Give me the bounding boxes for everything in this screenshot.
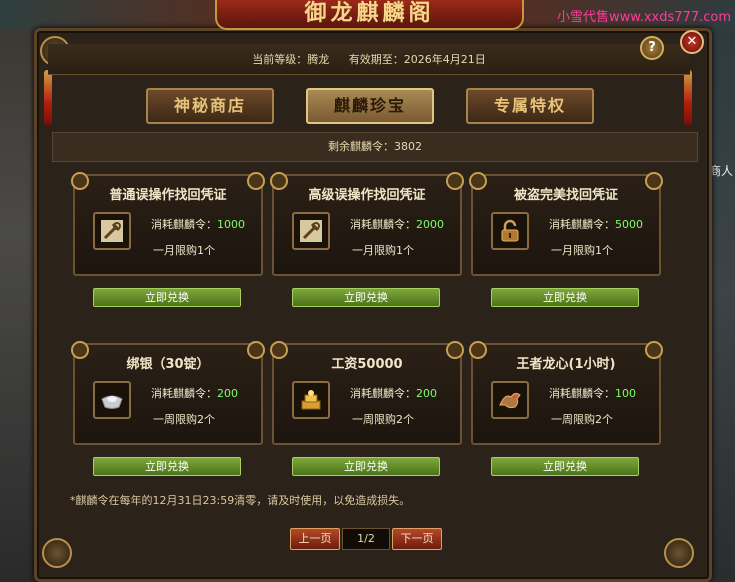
watermark-text: 小雪代售www.xxds777.com — [557, 10, 731, 25]
tassel-left — [44, 70, 52, 125]
silver-ingot-icon[interactable] — [93, 381, 131, 419]
dragon-icon[interactable] — [491, 381, 529, 419]
corner-ornament-bottom-left — [42, 538, 72, 568]
cost-value: 1000 — [217, 218, 245, 231]
cost-label: 消耗麒麟令： — [151, 218, 217, 231]
item-card: 普通误操作找回凭证 消耗麒麟令：1000 一月限购1个 — [71, 172, 265, 276]
exchange-button[interactable]: 立即兑换 — [292, 457, 440, 476]
expiry-date: 有效期至：2026年4月21日 — [348, 53, 486, 66]
cost-label: 消耗麒麟令： — [549, 387, 615, 400]
purchase-limit: 一周限购2个 — [153, 413, 215, 426]
help-button[interactable]: ? — [640, 36, 664, 60]
wrench-icon[interactable] — [292, 212, 330, 250]
exchange-button[interactable]: 立即兑换 — [491, 457, 639, 476]
tab-exclusive-privileges[interactable]: 专属特权 — [466, 88, 594, 124]
wrench-icon[interactable] — [93, 212, 131, 250]
item-title: 被盗完美找回凭证 — [513, 188, 618, 203]
exchange-button[interactable]: 立即兑换 — [491, 288, 639, 307]
tab-mystery-shop[interactable]: 神秘商店 — [146, 88, 274, 124]
page-indicator: 1/2 — [342, 528, 390, 550]
gold-pile-icon[interactable] — [292, 381, 330, 419]
purchase-limit: 一月限购1个 — [352, 244, 414, 257]
cost-label: 消耗麒麟令： — [350, 218, 416, 231]
tassel-right — [684, 70, 692, 125]
purchase-limit: 一周限购2个 — [551, 413, 613, 426]
cost-value: 100 — [615, 387, 636, 400]
item-card: 绑银（30锭） 消耗麒麟令：200 一周限购2个 — [71, 341, 265, 445]
item-title: 普通误操作找回凭证 — [109, 188, 227, 203]
item-card: 王者龙心(1小时) 消耗麒麟令：100 一周限购2个 — [469, 341, 663, 445]
item-card: 被盗完美找回凭证 消耗麒麟令：5000 一月限购1个 — [469, 172, 663, 276]
item-card: 高级误操作找回凭证 消耗麒麟令：2000 一月限购1个 — [270, 172, 464, 276]
purchase-limit: 一周限购2个 — [352, 413, 414, 426]
npc-label[interactable]: 商人 — [709, 162, 733, 179]
lock-icon[interactable] — [491, 212, 529, 250]
exchange-button[interactable]: 立即兑换 — [93, 457, 241, 476]
item-title: 工资50000 — [331, 357, 403, 372]
item-title: 王者龙心(1小时) — [516, 357, 616, 372]
exchange-button[interactable]: 立即兑换 — [292, 288, 440, 307]
remaining-tokens: 剩余麒麟令：3802 — [52, 132, 698, 162]
corner-ornament-bottom-right — [664, 538, 694, 568]
token-reset-note: *麒麟令在每年的12月31日23:59清零，请及时使用，以免造成损失。 — [70, 494, 411, 507]
cost-value: 5000 — [615, 218, 643, 231]
window-title: 御龙麒麟阁 — [215, 0, 524, 30]
purchase-limit: 一月限购1个 — [551, 244, 613, 257]
cost-value: 2000 — [416, 218, 444, 231]
cost-label: 消耗麒麟令： — [151, 387, 217, 400]
cost-value: 200 — [416, 387, 437, 400]
tab-qilin-treasure[interactable]: 麒麟珍宝 — [306, 88, 434, 124]
current-level: 当前等级：腾龙 — [252, 53, 330, 66]
item-title: 高级误操作找回凭证 — [308, 188, 426, 203]
item-title: 绑银（30锭） — [126, 357, 210, 372]
cost-value: 200 — [217, 387, 238, 400]
next-page-button[interactable]: 下一页 — [392, 528, 442, 550]
exchange-button[interactable]: 立即兑换 — [93, 288, 241, 307]
cost-label: 消耗麒麟令： — [549, 218, 615, 231]
close-button[interactable]: ✕ — [680, 30, 704, 54]
item-card: 工资50000 消耗麒麟令：200 一周限购2个 — [270, 341, 464, 445]
purchase-limit: 一月限购1个 — [153, 244, 215, 257]
prev-page-button[interactable]: 上一页 — [290, 528, 340, 550]
header-bar: 当前等级：腾龙 有效期至：2026年4月21日 — [48, 44, 690, 75]
cost-label: 消耗麒麟令： — [350, 387, 416, 400]
